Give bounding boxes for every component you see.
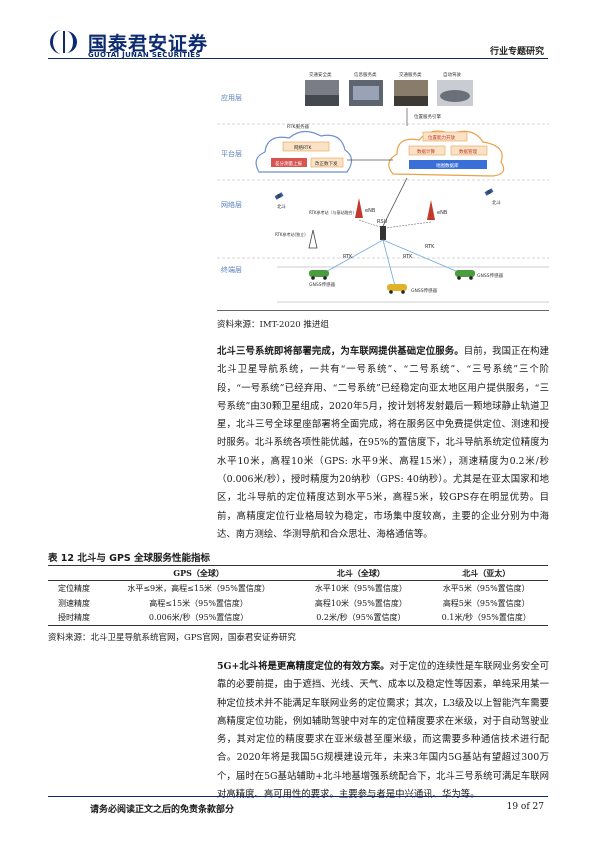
table-cell: 定位精度 bbox=[58, 583, 90, 593]
svg-text:改正数下发: 改正数下发 bbox=[315, 160, 338, 167]
enb-label-2: eNB bbox=[437, 210, 448, 216]
enb-tower-icon-2 bbox=[427, 200, 435, 220]
layer-platform: 平台层 bbox=[221, 149, 242, 158]
layer-terminal: 终端层 bbox=[221, 265, 242, 274]
paragraph-5g-lead: 5G+北斗将是更高精度定位的有效方案。 bbox=[217, 661, 390, 672]
table-header-row: GPS（全球） 北斗（全球） 北斗（亚太） bbox=[48, 565, 548, 581]
layer-application: 应用层 bbox=[221, 93, 242, 102]
figure-rule bbox=[217, 310, 549, 311]
table-row: 测速精度 高程≤15米（95%置信度） 高程10米（95%置信度） 高程5米（9… bbox=[48, 596, 548, 611]
svg-text:位置能力开放: 位置能力开放 bbox=[428, 134, 455, 141]
company-logo: 国泰君安证券 GUOTAI JUNAN SECURITIES bbox=[48, 28, 228, 60]
report-type: 行业专题研究 bbox=[489, 47, 544, 57]
app-label-0: 交通安全类 bbox=[309, 71, 332, 78]
svg-text:差分测量上报: 差分测量上报 bbox=[275, 160, 302, 167]
rtk-ref-station-label: RTK参考站（与基站融合） bbox=[309, 209, 357, 215]
svg-text:数据管理: 数据管理 bbox=[459, 148, 477, 155]
paragraph-beidou: 北斗三号系统即将部署完成，为车联网提供基础定位服务。目前，我国正在构建北斗卫星导… bbox=[217, 343, 549, 544]
figure-source: 资料来源：IMT-2020 推进组 bbox=[217, 320, 329, 330]
table-row: 定位精度 水平≤9米，高程≤15米（95%置信度） 水平10米（95%置信度） … bbox=[48, 581, 548, 596]
footer-disclaimer: 请务必阅读正文之后的免责条款部分 bbox=[90, 805, 235, 815]
page-header: 国泰君安证券 GUOTAI JUNAN SECURITIES 行业专题研究 bbox=[0, 0, 596, 62]
table-cell: 高程≤15米（95%置信度） bbox=[149, 598, 248, 608]
gnss-label-2: GNSS传感器 bbox=[411, 287, 438, 294]
table-header-cell: GPS（全球） bbox=[100, 565, 298, 581]
footer-divider bbox=[48, 796, 548, 797]
table-cell: 0.2米/秒（95%置信度） bbox=[297, 610, 425, 626]
table-cell: 授时精度 bbox=[48, 610, 100, 626]
table-cell: 0.006米/秒（95%置信度） bbox=[100, 610, 298, 626]
rtk-label-1: RTK bbox=[343, 254, 353, 260]
app-label-1: 信息服务类 bbox=[354, 71, 377, 78]
paragraph-beidou-lead: 北斗三号系统即将部署完成，为车联网提供基础定位服务。 bbox=[217, 346, 464, 357]
rtk-server-cloud: RTK服务器 网络RTK 差分测量上报 改正数下发 bbox=[255, 123, 353, 173]
rtk-server-label: RTK服务器 bbox=[287, 123, 309, 130]
svg-text:网络RTK: 网络RTK bbox=[294, 144, 313, 151]
rtk-ref-station-alone-label: RTK参考站(独立) bbox=[275, 231, 306, 237]
enb-label-1: eNB bbox=[365, 208, 376, 214]
table-row: 授时精度 0.006米/秒（95%置信度） 0.2米/秒（95%置信度） 0.1… bbox=[48, 610, 548, 626]
positioning-architecture-diagram: 应用层 平台层 网络层 终端层 交通安全类 信息服务类 交通服务类 自动驾驶 位… bbox=[217, 71, 549, 303]
table-cell: 水平≤9米，高程≤15米（95%置信度） bbox=[127, 583, 270, 593]
enb-tower-icon bbox=[355, 198, 363, 218]
svg-text:数据计算: 数据计算 bbox=[417, 148, 435, 155]
table-cell: 水平5米（95%置信度） bbox=[442, 583, 530, 593]
performance-table: GPS（全球） 北斗（全球） 北斗（亚太） 定位精度 水平≤9米，高程≤15米（… bbox=[48, 565, 548, 626]
logo-mark-icon bbox=[50, 30, 77, 54]
table-title: 表 12 北斗与 GPS 全球服务性能指标 bbox=[48, 553, 211, 564]
table-cell: 水平10米（95%置信度） bbox=[314, 583, 407, 593]
table-cell: 高程5米（95%置信度） bbox=[442, 598, 530, 608]
table-cell: 0.1米/秒（95%置信度） bbox=[424, 610, 548, 626]
satellite-icon bbox=[484, 188, 494, 196]
layer-network: 网络层 bbox=[221, 200, 242, 209]
paragraph-5g: 5G+北斗将是更高精度定位的有效方案。对于定位的连续性是车联网业务安全可靠的必要… bbox=[217, 658, 549, 804]
table-header-cell bbox=[48, 565, 100, 581]
app-label-2: 交通服务类 bbox=[399, 71, 422, 78]
table-cell: 高程10米（95%置信度） bbox=[314, 598, 407, 608]
svg-text:地图数据库: 地图数据库 bbox=[436, 162, 459, 169]
beidou-label-right: 北斗 bbox=[492, 199, 501, 206]
table-cell: 测速精度 bbox=[58, 598, 90, 608]
table-header-cell: 北斗（全球） bbox=[297, 565, 425, 581]
header-divider bbox=[48, 58, 548, 59]
satellite-icon bbox=[274, 192, 284, 200]
table-header-cell: 北斗（亚太） bbox=[424, 565, 548, 581]
paragraph-5g-body: 对于定位的连续性是车联网业务安全可靠的必要前提，由于遮挡、光线、天气、成本以及稳… bbox=[217, 661, 549, 801]
page-number: 19 of 27 bbox=[506, 802, 544, 812]
location-platform-cloud: 位置能力开放 数据计算 数据管理 地图数据库 bbox=[388, 130, 505, 177]
app-label-3: 自动驾驶 bbox=[443, 71, 461, 78]
table-source: 资料来源：北斗卫星导航系统官网，GPS官网，国泰君安证券研究 bbox=[48, 633, 296, 643]
car-icon-green-2 bbox=[455, 270, 475, 280]
paragraph-beidou-body: 目前，我国正在构建北斗卫星导航系统，一共有“一号系统”、“二号系统”、“三号系统… bbox=[217, 346, 549, 540]
beidou-label-left: 北斗 bbox=[277, 203, 286, 210]
car-icon-yellow bbox=[387, 284, 407, 294]
rtk-tower-icon bbox=[308, 229, 318, 249]
car-icon-green bbox=[309, 270, 329, 280]
rtk-label-3: RTK bbox=[425, 244, 435, 250]
gnss-label-3: GNSS传感器 bbox=[477, 272, 504, 279]
rtk-label-2: RTK bbox=[403, 254, 413, 260]
gnss-label-1: GNSS传感器 bbox=[309, 281, 336, 288]
location-engine-label: 位置服务引擎 bbox=[414, 113, 441, 120]
app-thumbnails: 交通安全类 信息服务类 交通服务类 自动驾驶 bbox=[305, 71, 473, 106]
